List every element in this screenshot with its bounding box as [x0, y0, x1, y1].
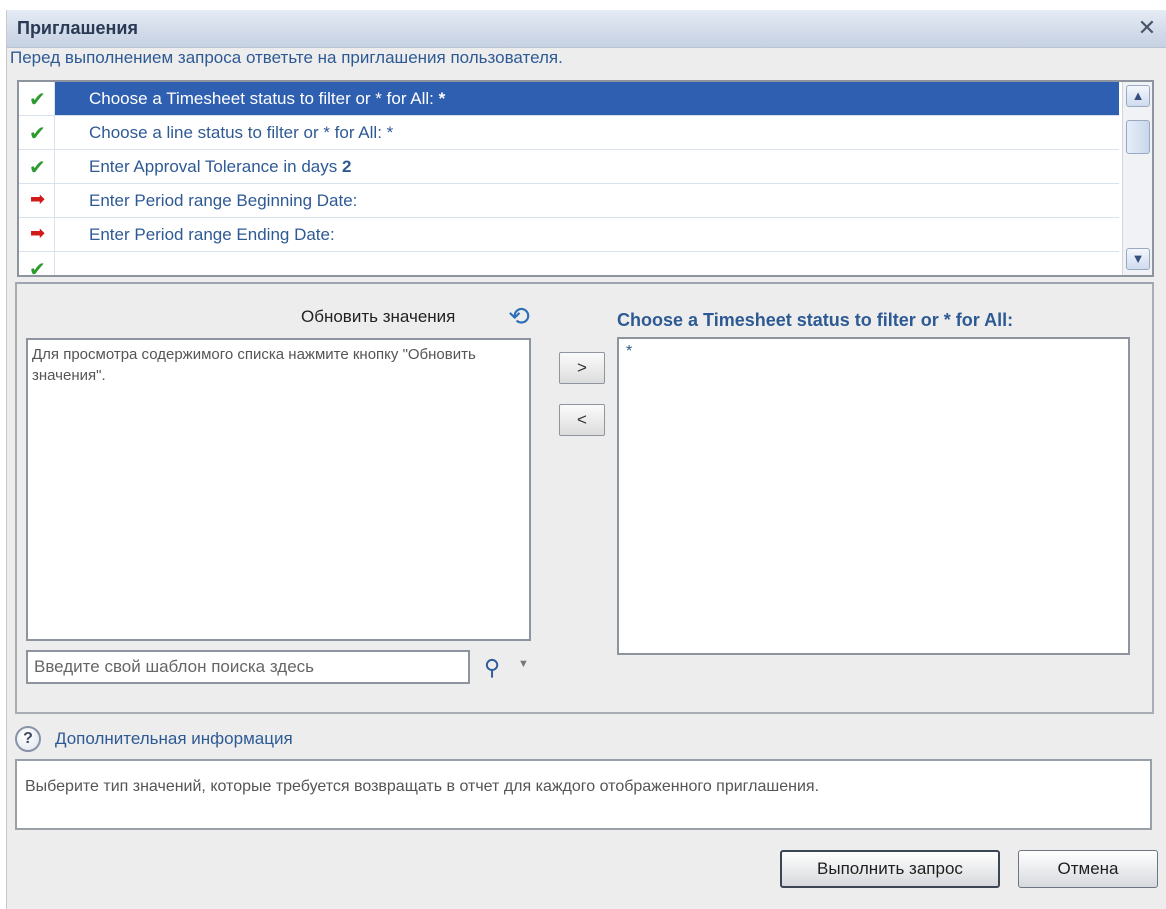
prompt-list[interactable]: ✔ Choose a Timesheet status to filter or…: [17, 80, 1154, 277]
scroll-up-icon[interactable]: ▲: [1126, 85, 1150, 107]
refresh-values-label[interactable]: Обновить значения: [301, 307, 455, 327]
available-values-list[interactable]: Для просмотра содержимого списка нажмите…: [26, 338, 531, 641]
prompt-text: Choose a line status to filter or * for …: [89, 123, 382, 142]
remove-value-button[interactable]: <: [559, 404, 605, 436]
cancel-button[interactable]: Отмена: [1018, 850, 1158, 888]
check-icon: ✔: [29, 89, 46, 111]
instruction-text: Перед выполнением запроса ответьте на пр…: [10, 48, 563, 67]
description-box: Выберите тип значений, которые требуется…: [15, 759, 1152, 830]
scroll-thumb[interactable]: [1126, 120, 1150, 154]
prompt-text: Enter Period range Beginning Date:: [89, 191, 358, 210]
title-bar: Приглашения ✕: [7, 10, 1166, 48]
prompt-row[interactable]: ➡ Enter Period range Ending Date:: [19, 218, 1119, 252]
more-info-link[interactable]: Дополнительная информация: [55, 729, 293, 749]
prompt-row[interactable]: ✔ Choose a Timesheet status to filter or…: [19, 82, 1119, 116]
check-icon: ✔: [29, 123, 46, 145]
prompt-row[interactable]: ✔ Choose a line status to filter or * fo…: [19, 116, 1119, 150]
refresh-icon[interactable]: ⟲: [504, 302, 534, 330]
available-values-hint: Для просмотра содержимого списка нажмите…: [32, 346, 476, 384]
check-icon: ✔: [29, 157, 46, 179]
check-icon: ✔: [29, 259, 46, 277]
binoculars-search-icon[interactable]: ⚲: [477, 654, 507, 682]
run-query-button[interactable]: Выполнить запрос: [780, 850, 1000, 888]
description-text: Выберите тип значений, которые требуется…: [25, 778, 820, 795]
selected-value-item[interactable]: *: [626, 343, 632, 361]
prompt-row[interactable]: ✔ Enter Approval Tolerance in days 2: [19, 150, 1119, 184]
close-icon[interactable]: ✕: [1135, 15, 1159, 41]
red-arrow-icon: ➡: [30, 223, 46, 243]
scroll-down-icon[interactable]: ▼: [1126, 248, 1150, 270]
selected-values-title: Choose a Timesheet status to filter or *…: [617, 310, 1014, 330]
help-icon[interactable]: ?: [15, 726, 41, 752]
prompt-row-partial[interactable]: ✔: [19, 252, 1119, 277]
prompt-list-scrollbar[interactable]: ▲ ▼: [1122, 82, 1152, 275]
prompt-value: 2: [341, 157, 352, 176]
prompt-row[interactable]: ➡ Enter Period range Beginning Date:: [19, 184, 1119, 218]
selected-values-list[interactable]: *: [617, 337, 1130, 655]
dialog-title: Приглашения: [17, 18, 138, 38]
search-options-dropdown-icon[interactable]: ▼: [518, 658, 529, 670]
prompt-text: Enter Approval Tolerance in days: [89, 157, 338, 176]
prompt-text: Enter Period range Ending Date:: [89, 225, 335, 244]
red-arrow-icon: ➡: [30, 189, 46, 209]
search-input[interactable]: [26, 650, 470, 684]
prompt-value: *: [386, 123, 394, 142]
add-value-button[interactable]: >: [559, 352, 605, 384]
prompt-text: Choose a Timesheet status to filter or *…: [89, 89, 434, 108]
prompt-value: *: [438, 89, 446, 108]
